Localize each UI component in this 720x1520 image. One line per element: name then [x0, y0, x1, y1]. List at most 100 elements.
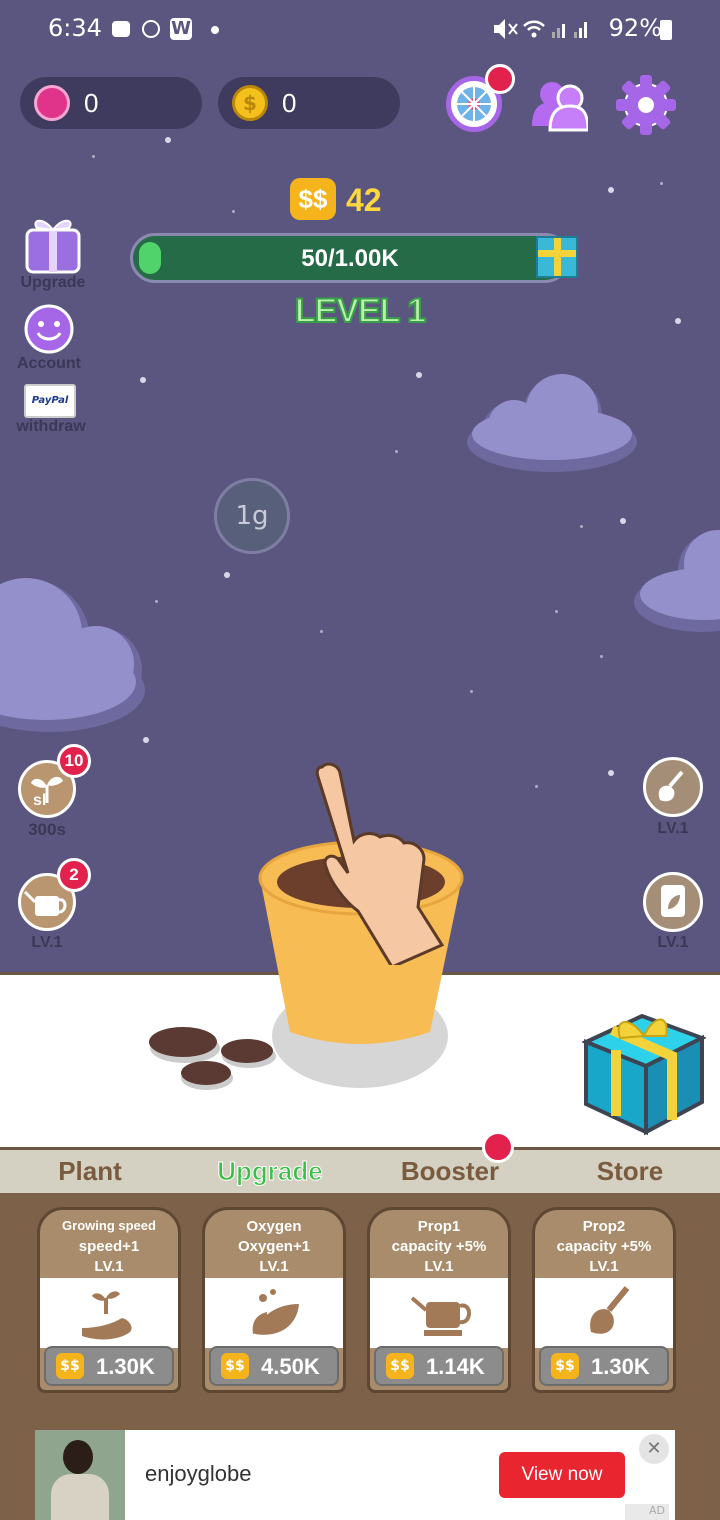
shovel-button[interactable]: [643, 757, 703, 817]
card-effect: speed+1: [78, 1238, 140, 1255]
card-price: 1.30K: [591, 1354, 650, 1379]
tab-booster[interactable]: Booster: [360, 1156, 540, 1187]
star: [140, 377, 146, 383]
friends-button[interactable]: [530, 76, 588, 132]
star: [224, 572, 230, 578]
cash-icon: $$: [386, 1353, 414, 1379]
seed-icon-text: sl: [33, 792, 46, 809]
star: [470, 690, 473, 693]
battery-icon: [660, 20, 672, 40]
ad-brand: enjoyglobe: [145, 1461, 252, 1486]
bag-level: LV.1: [657, 934, 689, 951]
card-level: LV.1: [94, 1258, 124, 1275]
big-gift-box[interactable]: [582, 998, 706, 1138]
gift-icon: [25, 219, 81, 274]
seed-count-badge: 10: [57, 744, 91, 778]
upgrade-card-oxygen[interactable]: Oxygen Oxygen+1 LV.1 $$ 4.50K: [202, 1207, 346, 1393]
card-image: [535, 1278, 673, 1348]
tab-upgrade[interactable]: Upgrade: [180, 1156, 360, 1187]
gems-count: 0: [84, 88, 99, 118]
star: [660, 182, 663, 185]
hand-pointer-icon: [315, 762, 445, 965]
card-level: LV.1: [589, 1258, 619, 1275]
hand-icon: [142, 20, 160, 38]
water-count-badge: 2: [57, 858, 91, 892]
ad-view-now-button[interactable]: View now: [499, 1452, 625, 1498]
paypal-logo: PayPal: [24, 384, 76, 418]
upgrade-menu-button[interactable]: Upgrade: [8, 210, 98, 292]
star: [535, 785, 538, 788]
battery-percent: 92%: [608, 14, 662, 42]
close-icon[interactable]: ✕: [639, 1434, 669, 1464]
star: [320, 630, 323, 633]
w-app-icon: W: [170, 18, 192, 40]
upgrade-menu-label: Upgrade: [20, 274, 86, 291]
cloud: [467, 374, 637, 472]
upgrade-card-prop2[interactable]: Prop2 capacity +5% LV.1 $$ 1.30K: [532, 1207, 676, 1393]
star: [608, 770, 614, 776]
withdraw-menu-button[interactable]: PayPal withdraw: [6, 384, 96, 436]
coins-count: 0: [282, 88, 297, 118]
tab-store[interactable]: Store: [540, 1156, 720, 1187]
account-menu-button[interactable]: Account: [4, 303, 94, 373]
star: [92, 155, 95, 158]
seeds: [149, 1027, 276, 1090]
card-image: [40, 1278, 178, 1348]
card-effect: capacity +5%: [391, 1238, 487, 1255]
card-effect: Oxygen+1: [237, 1238, 311, 1255]
ad-content[interactable]: enjoyglobe View now ✕ AD: [35, 1430, 675, 1520]
cash-icon: $$: [221, 1353, 249, 1379]
upgrade-card-prop1[interactable]: Prop1 capacity +5% LV.1 $$ 1.14K: [367, 1207, 511, 1393]
coins-pill[interactable]: $ 0: [218, 77, 400, 129]
ribbon-v: [554, 238, 561, 276]
card-price-button[interactable]: $$ 4.50K: [209, 1346, 339, 1386]
card-price: 1.14K: [426, 1354, 485, 1379]
ad-photo: [35, 1430, 125, 1520]
cash-icon: $$: [56, 1353, 84, 1379]
cash-icon: $$: [551, 1353, 579, 1379]
star: [675, 318, 681, 324]
withdraw-menu-label: withdraw: [16, 418, 86, 435]
ribbon-h: [538, 250, 576, 257]
star: [232, 210, 235, 213]
weight-bubble[interactable]: 1g: [214, 478, 290, 554]
water-level: LV.1: [31, 934, 63, 951]
gift-box-icon[interactable]: [536, 236, 578, 278]
card-price-button[interactable]: $$ 1.30K: [539, 1346, 669, 1386]
card-price-button[interactable]: $$ 1.14K: [374, 1346, 504, 1386]
star: [608, 187, 614, 193]
card-title: Prop2: [582, 1218, 626, 1235]
wheel-notification-dot: [485, 64, 515, 94]
card-level: LV.1: [424, 1258, 454, 1275]
star: [580, 525, 583, 528]
star: [165, 137, 171, 143]
smiley-icon: [24, 304, 74, 354]
card-level: LV.1: [259, 1258, 289, 1275]
ad-photo-body: [51, 1474, 109, 1520]
card-price-button[interactable]: $$ 1.30K: [44, 1346, 174, 1386]
cloud: [634, 530, 720, 632]
cloud: [0, 578, 145, 732]
cash-counter: $$ 42: [290, 178, 382, 220]
watering-can-icon: [410, 1296, 471, 1336]
bottom-tabs: Plant Upgrade Booster Store: [0, 1147, 720, 1193]
level-progress-bar: 50/1.00K: [130, 233, 570, 283]
gallery-icon: [112, 21, 130, 37]
status-bar: 6:34 W 92%: [0, 0, 720, 60]
tab-plant[interactable]: Plant: [0, 1156, 180, 1187]
gems-pill[interactable]: 0: [20, 77, 202, 129]
star: [620, 518, 626, 524]
seed-bag-button[interactable]: [643, 872, 703, 932]
progress-text: 50/1.00K: [301, 245, 399, 272]
upgrade-card-growing-speed[interactable]: Growing speed speed+1 LV.1 $$ 1.30K: [37, 1207, 181, 1393]
level-label: LEVEL 1: [294, 291, 427, 331]
ad-banner: enjoyglobe View now ✕ AD: [0, 1430, 720, 1520]
account-menu-label: Account: [17, 355, 81, 372]
settings-gear-icon[interactable]: [615, 74, 677, 136]
status-time: 6:34: [48, 14, 102, 42]
card-price: 1.30K: [96, 1354, 155, 1379]
trowel-icon: [590, 1286, 630, 1334]
shovel-level: LV.1: [657, 820, 689, 837]
upgrade-panel: Growing speed speed+1 LV.1 $$ 1.30K Oxyg…: [0, 1193, 720, 1430]
leaves-icon: [252, 1289, 299, 1335]
